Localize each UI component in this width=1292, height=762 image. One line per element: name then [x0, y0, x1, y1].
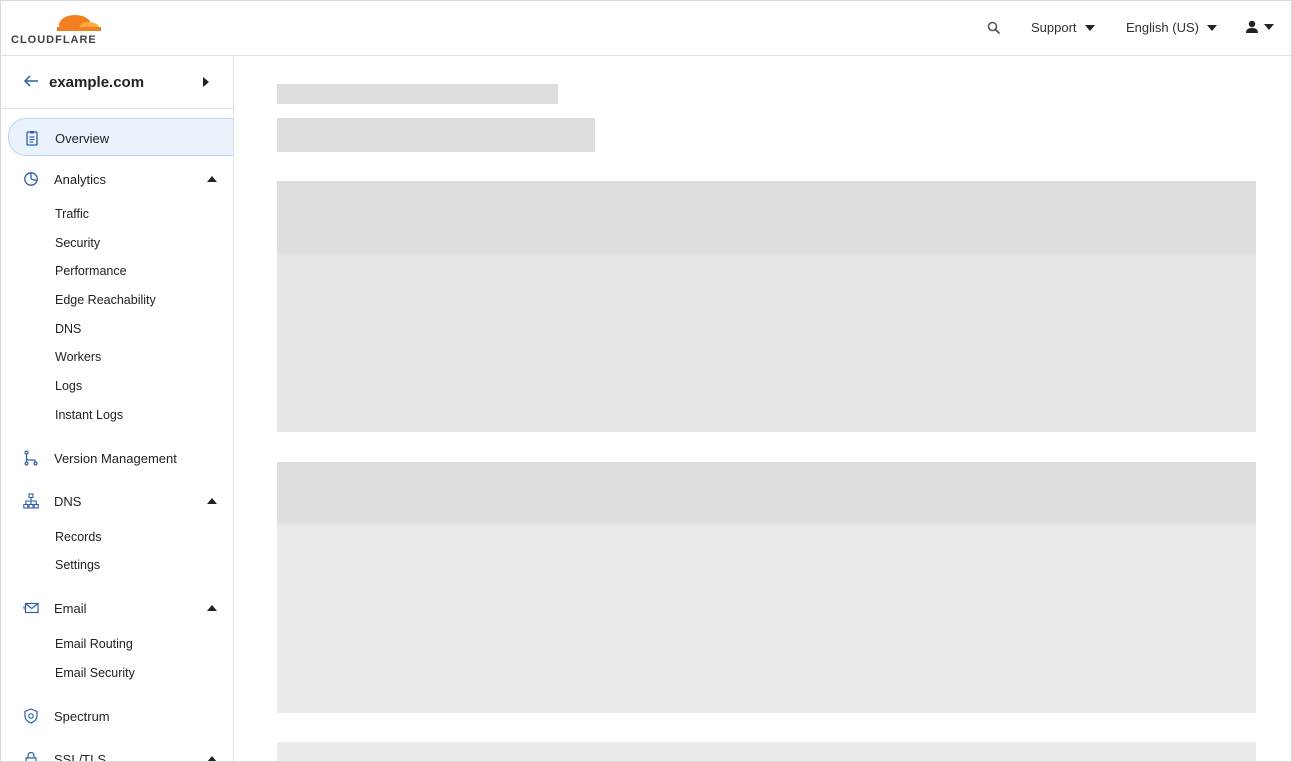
sidebar-subitem-logs[interactable]: Logs	[55, 379, 82, 393]
chevron-up-icon	[207, 605, 217, 611]
shield-icon	[24, 708, 38, 724]
sidebar-item-overview[interactable]: Overview	[8, 118, 233, 156]
sidebar-subitem-settings[interactable]: Settings	[55, 558, 100, 572]
sidebar-item-dns[interactable]: DNS	[1, 482, 233, 520]
sidebar-subitem-email-security[interactable]: Email Security	[55, 666, 135, 680]
sidebar-item-label: SSL/TLS	[54, 752, 107, 762]
sitemap-icon	[23, 493, 39, 509]
language-dropdown[interactable]: English (US)	[1126, 20, 1217, 35]
search-button[interactable]	[986, 20, 1004, 38]
skeleton-page-title	[277, 118, 595, 152]
chevron-down-icon	[1084, 24, 1095, 31]
top-navigation-bar: CLOUDFLARE Support English (US)	[1, 1, 1291, 56]
cloudflare-logo[interactable]: CLOUDFLARE	[11, 13, 101, 46]
sidebar-subitem-edge-reachability[interactable]: Edge Reachability	[55, 293, 156, 307]
user-icon	[1246, 20, 1258, 33]
sidebar-item-label: Email	[54, 601, 87, 616]
sidebar-item-label: Analytics	[54, 172, 107, 187]
clipboard-icon	[26, 131, 38, 146]
skeleton-card	[277, 181, 1256, 432]
arrow-left-icon[interactable]	[23, 74, 39, 88]
sidebar-subitem-traffic[interactable]: Traffic	[55, 207, 89, 221]
chevron-down-icon	[1206, 24, 1217, 31]
sidebar-subitem-dns-analytics[interactable]: DNS	[55, 322, 81, 336]
chevron-down-icon	[1264, 24, 1274, 30]
chevron-up-icon	[207, 176, 217, 182]
sidebar-item-label: Version Management	[54, 451, 177, 466]
chevron-up-icon	[207, 498, 217, 504]
cloud-logo-icon	[55, 15, 101, 33]
branch-icon	[24, 450, 38, 466]
logo-wordmark: CLOUDFLARE	[11, 34, 97, 46]
sidebar-item-label: Overview	[55, 131, 110, 146]
support-label: Support	[1031, 20, 1077, 35]
sidebar-subitem-performance[interactable]: Performance	[55, 264, 127, 278]
skeleton-card	[277, 742, 1256, 761]
lock-icon	[25, 751, 37, 761]
sidebar-subitem-records[interactable]: Records	[55, 530, 102, 544]
chevron-up-icon	[207, 756, 217, 761]
sidebar-subitem-email-routing[interactable]: Email Routing	[55, 637, 133, 651]
envelope-icon	[23, 602, 39, 614]
sidebar-subitem-instant-logs[interactable]: Instant Logs	[55, 408, 123, 422]
zone-selector: example.com	[1, 56, 233, 109]
sidebar-item-analytics[interactable]: Analytics	[1, 160, 233, 198]
user-menu-dropdown[interactable]	[1245, 20, 1274, 34]
pie-chart-icon	[24, 172, 38, 186]
main-content-loading	[234, 56, 1291, 761]
search-icon	[987, 21, 1000, 34]
language-label: English (US)	[1126, 20, 1199, 35]
chevron-right-icon[interactable]	[203, 77, 209, 87]
browser-viewport: CLOUDFLARE Support English (US) example.…	[0, 0, 1292, 762]
skeleton-card	[277, 462, 1256, 713]
sidebar-item-label: DNS	[54, 494, 82, 509]
support-dropdown[interactable]: Support	[1031, 20, 1095, 35]
sidebar-item-version-management[interactable]: Version Management	[1, 439, 233, 477]
sidebar-item-email[interactable]: Email	[1, 589, 233, 627]
sidebar-item-label: Spectrum	[54, 709, 110, 724]
sidebar-item-spectrum[interactable]: Spectrum	[1, 697, 233, 735]
sidebar: example.com Overview Analytics Traffic S…	[1, 56, 234, 762]
zone-name: example.com	[49, 74, 145, 91]
sidebar-item-ssl-tls[interactable]: SSL/TLS	[1, 740, 233, 762]
skeleton-breadcrumb	[277, 84, 558, 104]
sidebar-subitem-workers[interactable]: Workers	[55, 350, 101, 364]
sidebar-subitem-security[interactable]: Security	[55, 236, 100, 250]
